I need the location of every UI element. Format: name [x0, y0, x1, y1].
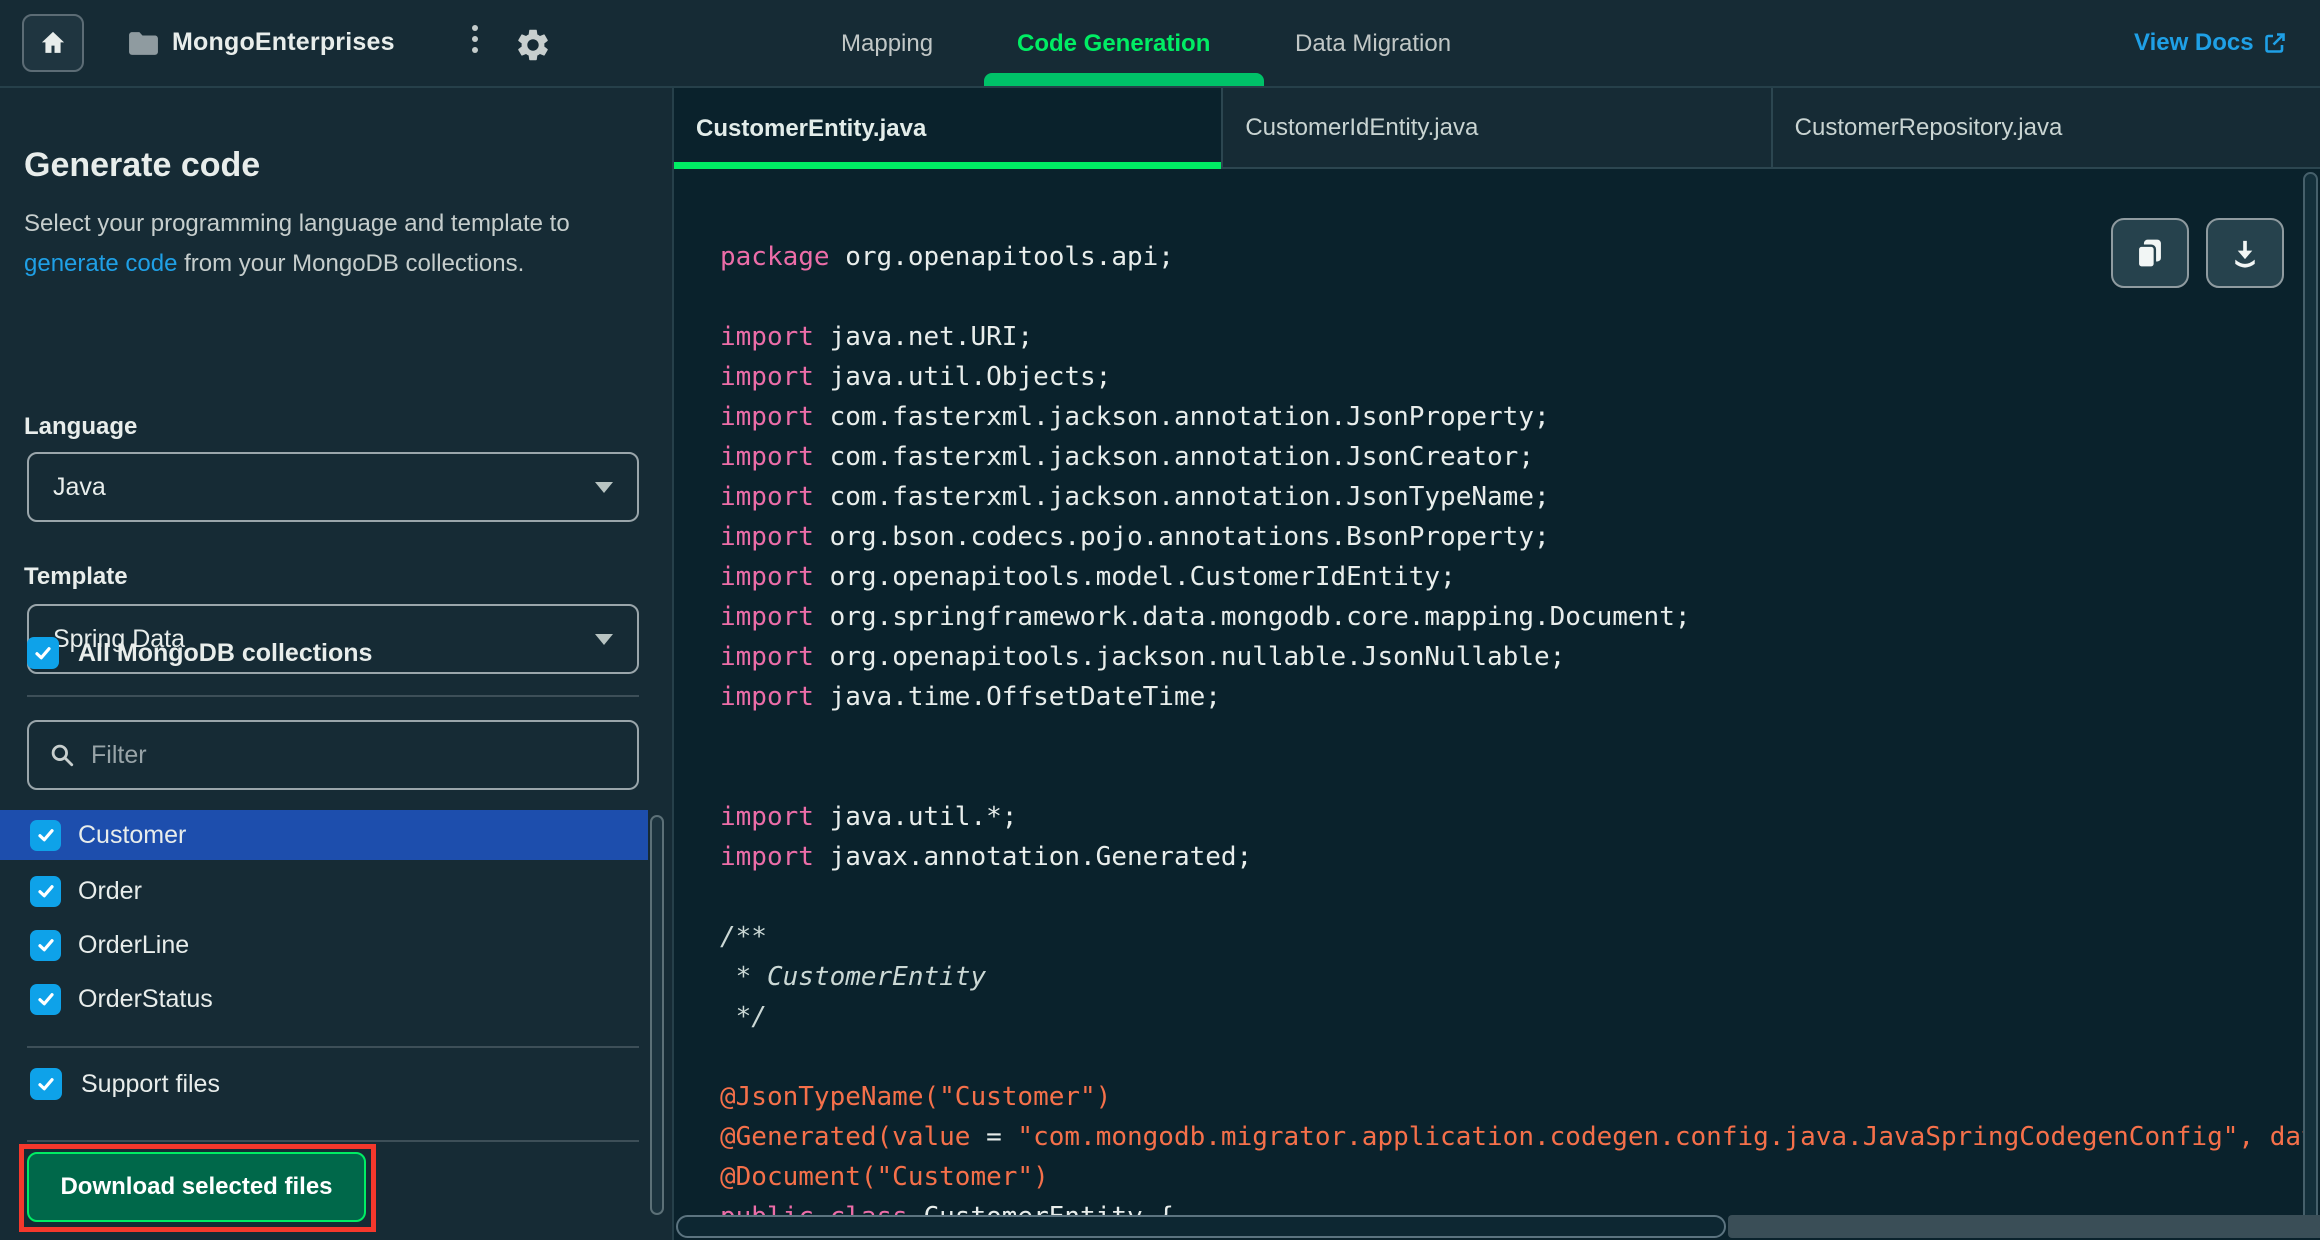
collection-checkbox-order[interactable]: [30, 875, 61, 907]
divider: [27, 1046, 639, 1048]
search-icon: [51, 744, 74, 767]
relational-migrator-app: MongoEnterprises Mapping Code Generation D…: [0, 0, 2320, 1240]
code-line: import java.time.OffsetDateTime;: [720, 682, 1221, 712]
description-text: Select your programming language and tem…: [24, 210, 570, 237]
code-line: import org.springframework.data.mongodb.…: [720, 602, 1691, 632]
collection-label: Order: [78, 876, 142, 905]
copy-icon: [2136, 239, 2161, 269]
support-files-checkbox[interactable]: [30, 1068, 62, 1100]
code-line: import java.util.Objects;: [720, 362, 1112, 392]
generate-code-link[interactable]: generate code: [24, 250, 177, 277]
collection-checkbox-customer[interactable]: [30, 819, 61, 851]
code-line: import javax.annotation.Generated;: [720, 842, 1253, 872]
file-tab-customerrepository.java[interactable]: CustomerRepository.java: [1770, 88, 2320, 169]
chevron-down-icon: [595, 633, 613, 645]
top-bar: MongoEnterprises Mapping Code Generation D…: [0, 0, 2320, 88]
code-line: @Document("Customer"): [720, 1162, 1049, 1192]
code-line: import com.fasterxml.jackson.annotation.…: [720, 442, 1534, 472]
code-line: @Generated(value = "com.mongodb.migrator…: [720, 1122, 2317, 1152]
all-collections-row: All MongoDB collections: [27, 637, 372, 669]
check-icon: [37, 829, 54, 842]
check-icon: [38, 1078, 54, 1091]
all-collections-checkbox[interactable]: [27, 637, 59, 669]
all-collections-label: All MongoDB collections: [78, 638, 373, 667]
divider: [27, 695, 639, 697]
collection-checkbox-orderstatus[interactable]: [30, 983, 61, 1015]
nav-tab-code-generation[interactable]: Code Generation: [1017, 30, 1210, 58]
download-code-button[interactable]: [2206, 218, 2284, 288]
collection-filter: [27, 720, 639, 790]
sidebar-heading: Generate code: [24, 146, 261, 184]
code-line: @JsonTypeName("Customer"): [720, 1082, 1112, 1112]
active-nav-underline: [984, 73, 1264, 86]
collection-checkbox-orderline[interactable]: [30, 929, 61, 961]
check-icon: [37, 885, 54, 898]
code-line: * CustomerEntity: [720, 962, 987, 992]
code-line: import org.openapitools.jackson.nullable…: [720, 642, 1566, 672]
check-icon: [37, 993, 54, 1006]
code-line: */: [720, 1002, 767, 1032]
chevron-down-icon: [595, 481, 613, 493]
code-line: import com.fasterxml.jackson.annotation.…: [720, 482, 1550, 512]
project-name: MongoEnterprises: [172, 28, 395, 56]
nav-tab-data-migration[interactable]: Data Migration: [1295, 30, 1451, 58]
language-value: Java: [53, 472, 106, 501]
file-tab-customerentity.java[interactable]: CustomerEntity.java: [674, 88, 1222, 169]
language-label: Language: [24, 413, 138, 440]
horizontal-scrollbar-thumb[interactable]: [676, 1215, 1726, 1238]
download-selected-files-button[interactable]: Download selected files: [27, 1152, 366, 1222]
home-icon: [41, 31, 65, 53]
divider: [27, 1140, 639, 1142]
collection-label: Customer: [78, 820, 187, 849]
code-editor: package org.openapitools.api; import java…: [674, 169, 2320, 1240]
code-line: /**: [720, 922, 767, 952]
kebab-menu-icon[interactable]: [472, 25, 478, 53]
support-files-row: Support files: [30, 1068, 220, 1100]
filter-input[interactable]: [91, 740, 617, 770]
code-line: import com.fasterxml.jackson.annotation.…: [720, 402, 1550, 432]
description-text: from your MongoDB collections.: [177, 250, 525, 277]
generate-code-sidebar: Generate code Select your programming la…: [0, 88, 674, 1240]
horizontal-scrollbar-track[interactable]: [1728, 1215, 2320, 1238]
external-link-icon: [2264, 33, 2285, 53]
settings-gear-icon[interactable]: [514, 26, 552, 69]
code-line: import java.net.URI;: [720, 322, 1034, 352]
collection-row-orderline[interactable]: OrderLine: [0, 920, 648, 970]
download-icon: [2235, 240, 2255, 268]
nav-tab-mapping[interactable]: Mapping: [841, 30, 933, 58]
code-line: import java.util.*;: [720, 802, 1018, 832]
home-button[interactable]: [22, 14, 84, 72]
code-line: package org.openapitools.api;: [720, 242, 1174, 272]
support-files-label: Support files: [81, 1069, 220, 1098]
check-icon: [35, 647, 51, 660]
check-icon: [37, 939, 54, 952]
collection-row-orderstatus[interactable]: OrderStatus: [0, 974, 648, 1024]
code-line: import org.openapitools.model.CustomerId…: [720, 562, 1456, 592]
template-label: Template: [24, 563, 128, 590]
view-docs-link[interactable]: View Docs: [2134, 29, 2287, 57]
folder-icon: [129, 32, 158, 55]
sidebar-description: Select your programming language and tem…: [24, 204, 646, 284]
view-docs-label: View Docs: [2134, 29, 2254, 56]
sidebar-scrollbar[interactable]: [650, 815, 664, 1215]
collection-label: OrderStatus: [78, 984, 213, 1013]
file-tab-customeridentity.java[interactable]: CustomerIdEntity.java: [1221, 88, 1771, 169]
vertical-scrollbar[interactable]: [2303, 172, 2318, 1230]
language-select[interactable]: Java: [27, 452, 639, 522]
collection-row-order[interactable]: Order: [0, 866, 648, 916]
copy-code-button[interactable]: [2111, 218, 2189, 288]
file-tab-bar: CustomerEntity.java CustomerIdEntity.java…: [674, 88, 2320, 169]
code-line: import org.bson.codecs.pojo.annotations.…: [720, 522, 1550, 552]
collection-label: OrderLine: [78, 930, 190, 959]
collection-row-customer[interactable]: Customer: [0, 810, 648, 860]
